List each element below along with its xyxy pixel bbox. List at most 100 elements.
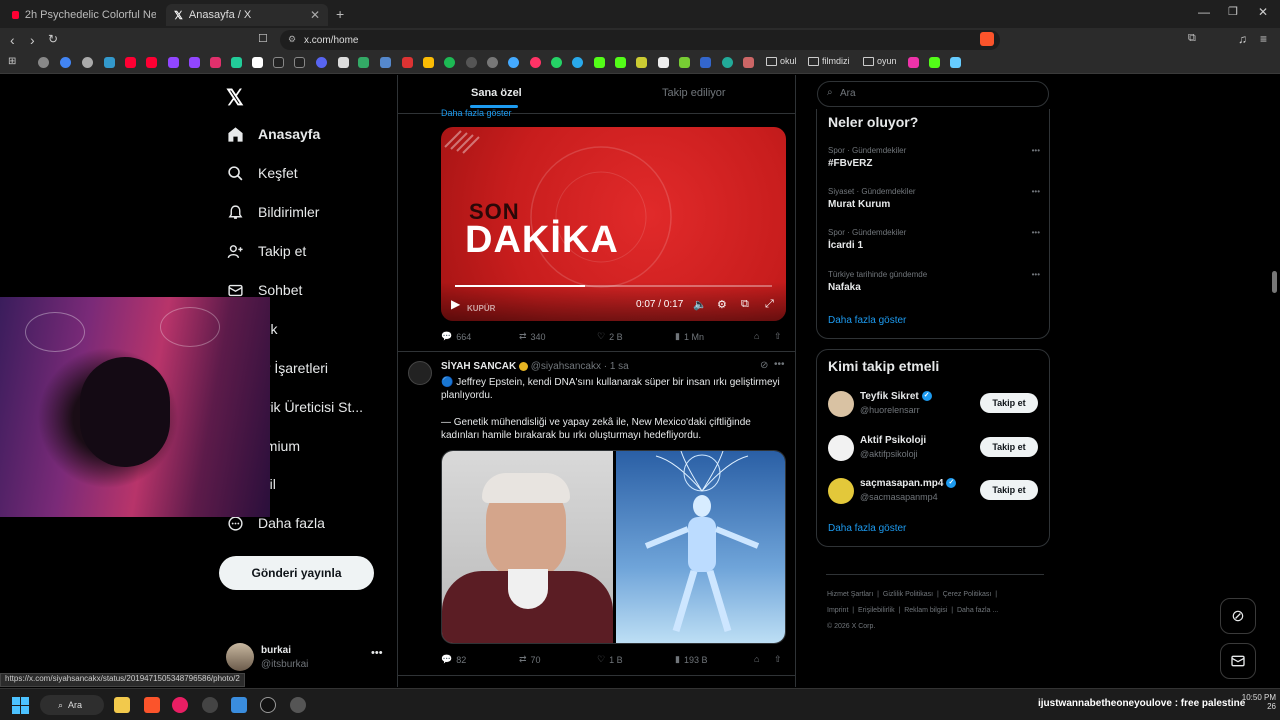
- bookmark-icon[interactable]: [743, 57, 754, 68]
- minimize-icon[interactable]: —: [1198, 5, 1210, 19]
- grok-icon[interactable]: ⊘: [760, 360, 768, 371]
- clock[interactable]: 10:50 PM 26: [1236, 693, 1276, 711]
- bookmark-icon[interactable]: [38, 57, 49, 68]
- more-dots-icon[interactable]: •••: [1032, 270, 1040, 279]
- apps-grid-icon[interactable]: ⊞: [8, 56, 16, 67]
- follow-suggestion[interactable]: Aktif Psikoloji @aktifpsikoloji Takip et: [828, 434, 1040, 464]
- restore-icon[interactable]: ❐: [1228, 5, 1238, 18]
- more-dots-icon[interactable]: •••: [774, 359, 785, 370]
- search-input[interactable]: ⌕ Ara: [817, 81, 1049, 107]
- views-button[interactable]: ▮ 193 B: [675, 654, 707, 665]
- bookmark-button[interactable]: ⌂: [754, 654, 759, 664]
- bookmark-folder-oyun[interactable]: oyun: [863, 56, 897, 66]
- bookmark-icon[interactable]: [636, 57, 647, 68]
- twitch-bookmark-icon[interactable]: [189, 57, 200, 68]
- messages-float-button[interactable]: [1220, 643, 1256, 679]
- x-bookmark-icon[interactable]: [252, 57, 263, 68]
- bookmark-icon[interactable]: [658, 57, 669, 68]
- play-icon[interactable]: ▶: [451, 297, 460, 311]
- tweet-photo-1[interactable]: [442, 451, 613, 643]
- sidebar-item-follow[interactable]: Takip et: [226, 242, 306, 260]
- page-scrollbar-thumb[interactable]: [1272, 271, 1277, 293]
- trend-item[interactable]: Spor · Gündemdekiler #FBvERZ •••: [828, 146, 1040, 169]
- bookmark-icon[interactable]: [908, 57, 919, 68]
- google-bookmark-icon[interactable]: [60, 57, 71, 68]
- close-window-icon[interactable]: ✕: [1258, 5, 1268, 19]
- sidebar-item-explore[interactable]: Keşfet: [226, 164, 298, 182]
- site-info-icon[interactable]: ⚙: [288, 34, 296, 45]
- bookmark-folder-okul[interactable]: okul: [766, 56, 797, 66]
- footer-link[interactable]: Reklam bilgisi: [904, 607, 947, 614]
- settings-icon[interactable]: ⚙: [717, 298, 727, 311]
- media-player-icon[interactable]: [172, 697, 188, 713]
- gmail-bookmark-icon[interactable]: [402, 57, 413, 68]
- bookmark-icon[interactable]: [950, 57, 961, 68]
- post-button[interactable]: Gönderi yayınla: [219, 556, 374, 590]
- music-icon[interactable]: ♫: [1238, 32, 1247, 46]
- discord-bookmark-icon[interactable]: [316, 57, 327, 68]
- photos-icon[interactable]: [231, 697, 247, 713]
- bookmark-folder-filmdizi[interactable]: filmdizi: [808, 56, 850, 66]
- follow-button[interactable]: Takip et: [980, 437, 1038, 457]
- popout-icon[interactable]: ⧉: [741, 298, 749, 311]
- brave-shield-icon[interactable]: [980, 32, 994, 46]
- kick-bookmark-icon[interactable]: [929, 57, 940, 68]
- like-button[interactable]: ♡ 1 B: [597, 654, 623, 665]
- youtube-bookmark-icon[interactable]: [125, 57, 136, 68]
- footer-link[interactable]: Çerez Politikası: [943, 591, 992, 598]
- video-progress-track[interactable]: [455, 285, 772, 287]
- tweet-media[interactable]: [441, 450, 786, 644]
- telegram-bookmark-icon[interactable]: [572, 57, 583, 68]
- brave-browser-icon[interactable]: [144, 697, 160, 713]
- bookmark-icon[interactable]: [231, 57, 242, 68]
- follow-button[interactable]: Takip et: [980, 393, 1038, 413]
- tweet-author[interactable]: SİYAH SANCAK: [441, 361, 516, 372]
- app-icon[interactable]: [202, 697, 218, 713]
- bookmark-icon[interactable]: [380, 57, 391, 68]
- back-icon[interactable]: ‹: [10, 32, 15, 48]
- footer-link[interactable]: Imprint: [827, 607, 848, 614]
- bookmark-icon[interactable]: [358, 57, 369, 68]
- follow-button[interactable]: Takip et: [980, 480, 1038, 500]
- share-icon[interactable]: ⇧: [774, 654, 782, 665]
- forward-icon[interactable]: ›: [30, 32, 35, 48]
- views-button[interactable]: ▮ 1 Mn: [675, 331, 704, 342]
- tab-following[interactable]: Takip ediliyor: [662, 87, 726, 99]
- follow-suggestion[interactable]: Teyfik Sikret ✓ @huorelensarr Takip et: [828, 390, 1040, 420]
- reload-icon[interactable]: ↻: [48, 32, 58, 46]
- drive-bookmark-icon[interactable]: [423, 57, 434, 68]
- tab-youtube[interactable]: 2h Psychedelic Colorful Neon Backgr...: [4, 4, 164, 26]
- bookmark-icon[interactable]: [487, 57, 498, 68]
- footer-link[interactable]: Daha fazla ...: [957, 607, 998, 614]
- tiktok-bookmark-icon[interactable]: [273, 57, 284, 68]
- tab-x-home[interactable]: 𝕏 Anasayfa / X ✕: [166, 4, 328, 26]
- grok-float-button[interactable]: ⊘: [1220, 598, 1256, 634]
- whatsapp-bookmark-icon[interactable]: [551, 57, 562, 68]
- tiktok-bookmark-icon[interactable]: [294, 57, 305, 68]
- sidebar-item-notifications[interactable]: Bildirimler: [226, 203, 319, 221]
- bookmark-icon[interactable]: [508, 57, 519, 68]
- trend-item[interactable]: Siyaset · Gündemdekiler Murat Kurum •••: [828, 187, 1040, 210]
- share-icon[interactable]: ⇧: [774, 331, 782, 342]
- taskbar-search[interactable]: ⌕ Ara: [40, 695, 104, 715]
- bookmark-icon[interactable]: [466, 57, 477, 68]
- bookmark-icon[interactable]: [530, 57, 541, 68]
- bookmark-icon[interactable]: [82, 57, 93, 68]
- tab-for-you[interactable]: Sana özel: [471, 87, 522, 99]
- x-logo-icon[interactable]: 𝕏: [226, 85, 244, 111]
- more-dots-icon[interactable]: •••: [1032, 146, 1040, 155]
- youtube-bookmark-icon[interactable]: [146, 57, 157, 68]
- bookmark-icon[interactable]: [700, 57, 711, 68]
- avatar[interactable]: [408, 361, 432, 385]
- app-icon[interactable]: [290, 697, 306, 713]
- footer-link[interactable]: Hizmet Şartları: [827, 591, 873, 598]
- new-tab-icon[interactable]: +: [336, 6, 344, 22]
- fullscreen-icon[interactable]: ⤢: [765, 298, 774, 311]
- reply-button[interactable]: 💬 82: [441, 654, 466, 665]
- address-field[interactable]: ⚙ x.com/home: [280, 30, 1000, 50]
- bookmark-icon[interactable]: [679, 57, 690, 68]
- kick-bookmark-icon[interactable]: [594, 57, 605, 68]
- bookmark-page-icon[interactable]: ☐: [258, 32, 268, 45]
- reply-button[interactable]: 💬 664: [441, 331, 471, 342]
- trend-item[interactable]: Türkiye tarihinde gündemde Nafaka •••: [828, 270, 1040, 293]
